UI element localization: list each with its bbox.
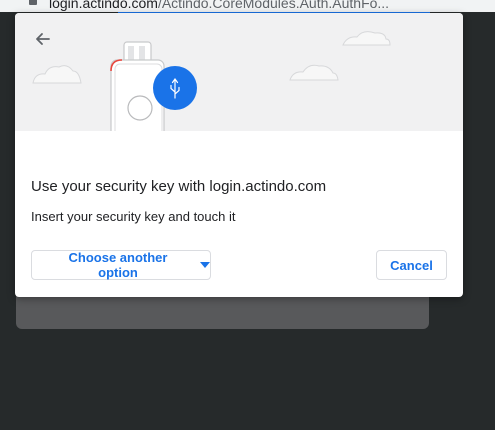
choose-another-option-label: Choose another option — [68, 250, 168, 280]
address-bar[interactable]: login.actindo.com/Actindo.CoreModules.Au… — [0, 0, 495, 12]
url-text[interactable]: login.actindo.com/Actindo.CoreModules.Au… — [49, 0, 389, 11]
cloud-icon — [342, 31, 391, 46]
cancel-button[interactable]: Cancel — [376, 250, 447, 280]
choose-another-option-button[interactable]: Choose another option — [31, 250, 211, 280]
dialog-header-illustration — [15, 13, 463, 131]
arrow-back-icon — [36, 33, 50, 45]
dialog-subtitle: Insert your security key and touch it — [31, 209, 236, 224]
cloud-icon — [289, 64, 339, 81]
cloud-and-key-illustration — [32, 31, 391, 131]
screen: login.actindo.com/Actindo.CoreModules.Au… — [0, 0, 495, 430]
back-button[interactable] — [33, 29, 53, 49]
cancel-label: Cancel — [390, 257, 433, 273]
dialog-title: Use your security key with login.actindo… — [31, 178, 327, 195]
url-host: login.actindo.com — [49, 0, 158, 11]
lock-icon — [29, 0, 37, 5]
security-key-dialog: Use your security key with login.actindo… — [15, 13, 463, 297]
url-path: /Actindo.CoreModules.Auth.AuthFo... — [157, 0, 390, 11]
key-touch-sensor — [127, 95, 153, 121]
dropdown-caret-icon — [200, 262, 210, 268]
cloud-icon — [32, 65, 82, 84]
